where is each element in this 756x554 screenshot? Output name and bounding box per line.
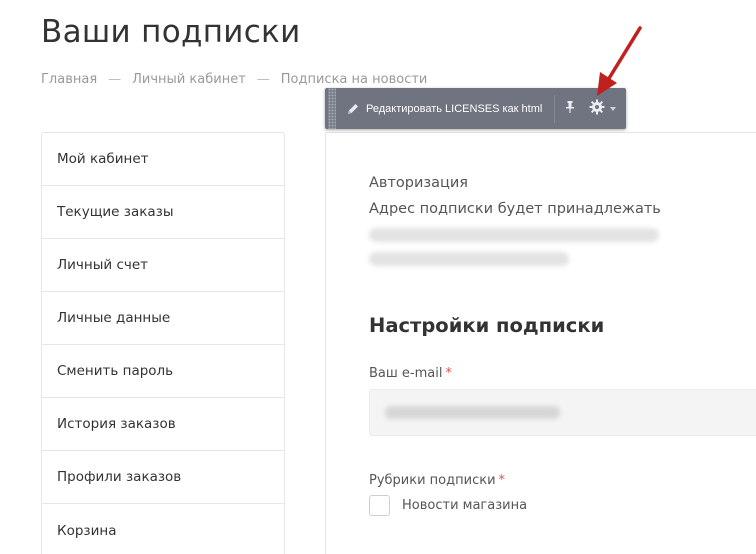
admin-edit-toolbar: Редактировать LICENSES как html [325,88,626,129]
email-field-label: Ваш e-mail * [369,366,452,381]
edit-as-html-label: Редактировать LICENSES как html [366,102,543,115]
store-news-label[interactable]: Новости магазина [402,498,527,513]
required-mark: * [445,366,452,381]
breadcrumb-news-subscription[interactable]: Подписка на новости [281,72,428,87]
breadcrumb-separator: — [108,72,122,87]
sidebar-item-cart[interactable]: Корзина [42,504,284,554]
rubrics-label-text: Рубрики подписки [369,473,496,488]
sidebar-item-order-profiles[interactable]: Профили заказов [42,451,284,504]
pin-button[interactable] [555,88,585,129]
breadcrumb-home[interactable]: Главная [41,72,97,87]
blurred-email-value [385,406,560,419]
page-title: Ваши подписки [41,14,301,50]
rubrics-label: Рубрики подписки * [369,473,505,488]
rubric-option-store-news[interactable]: Новости магазина [369,495,527,516]
edit-as-html-button[interactable]: Редактировать LICENSES как html [336,88,554,129]
blurred-user-name [369,228,659,242]
auth-title: Авторизация [369,175,469,191]
subscription-panel [325,132,756,554]
sidebar-item-change-password[interactable]: Сменить пароль [42,345,284,398]
pencil-icon [346,102,360,116]
sidebar-menu: Мой кабинет Текущие заказы Личный счет Л… [41,132,285,554]
sidebar-item-current-orders[interactable]: Текущие заказы [42,186,284,239]
breadcrumb-separator: — [256,72,270,87]
sidebar-item-order-history[interactable]: История заказов [42,398,284,451]
drag-handle[interactable] [328,88,336,129]
subscription-settings-title: Настройки подписки [369,314,605,337]
breadcrumb-personal-account[interactable]: Личный кабинет [132,72,246,87]
pin-icon [565,99,575,118]
gear-icon [589,99,605,119]
sidebar-item-personal-account[interactable]: Личный счет [42,239,284,292]
settings-menu-button[interactable] [585,88,620,129]
email-label-text: Ваш e-mail [369,366,443,381]
required-mark: * [498,473,506,488]
sidebar-item-my-cabinet[interactable]: Мой кабинет [42,133,284,186]
sidebar-item-personal-data[interactable]: Личные данные [42,292,284,345]
breadcrumb: Главная — Личный кабинет — Подписка на н… [41,72,427,87]
store-news-checkbox[interactable] [369,495,390,516]
email-field[interactable] [369,389,756,436]
auth-description: Адрес подписки будет принадлежать [369,201,661,217]
blurred-user-email [369,252,569,266]
caret-down-icon [610,106,617,111]
